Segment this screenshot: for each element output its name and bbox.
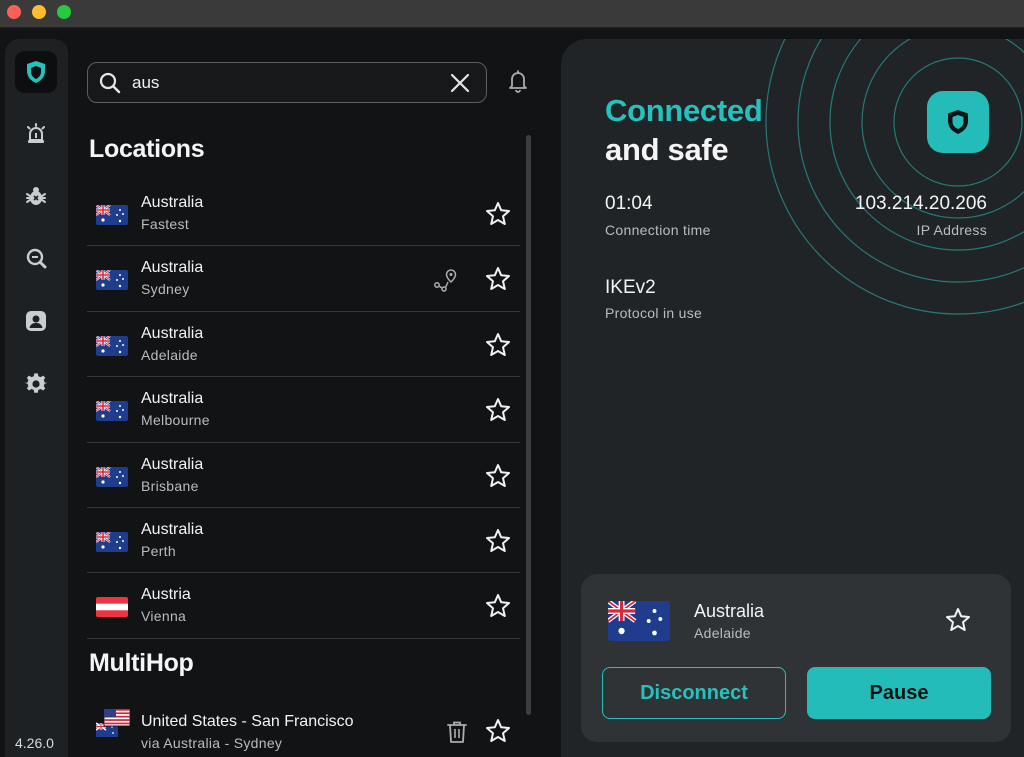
shield-icon (27, 61, 45, 83)
siren-icon (27, 123, 45, 143)
ip-address-value: 103.214.20.206 (854, 193, 987, 214)
australia-flag-icon (608, 601, 670, 641)
close-window-button[interactable] (7, 5, 21, 19)
favorite-star-icon[interactable] (485, 201, 511, 227)
sidebar-alerts-button[interactable] (15, 113, 57, 155)
location-country: Australia (141, 455, 204, 473)
multihop-flags-icon (96, 709, 130, 737)
search-icon (99, 72, 121, 94)
protocol-value: IKEv2 (605, 277, 656, 298)
disconnect-button[interactable]: Disconnect (602, 667, 786, 719)
sidebar-settings-button[interactable] (15, 363, 57, 405)
ip-address-label: IP Address (916, 222, 987, 238)
multihop-via: via Australia - Sydney (141, 735, 283, 751)
bug-icon (26, 187, 46, 205)
list-scrollbar[interactable] (526, 135, 531, 715)
gear-icon (24, 373, 48, 393)
favorite-star-icon[interactable] (485, 593, 511, 619)
location-city: Brisbane (141, 477, 199, 494)
favorite-star-icon[interactable] (485, 718, 511, 744)
protected-shield-badge (927, 91, 989, 153)
location-row[interactable]: Australia Melbourne (87, 377, 520, 443)
sidebar-account-button[interactable] (15, 300, 57, 342)
austria-flag-icon (96, 597, 128, 618)
australia-flag-icon (96, 531, 128, 552)
protocol-label: Protocol in use (605, 305, 703, 321)
favorite-star-icon[interactable] (945, 607, 971, 633)
favorite-star-icon[interactable] (485, 266, 511, 292)
australia-flag-icon (96, 205, 128, 225)
location-row[interactable]: Australia Adelaide (87, 312, 520, 378)
sidebar-threat-button[interactable] (15, 175, 57, 217)
connection-time-value: 01:04 (605, 193, 653, 214)
location-row[interactable]: Australia Perth (87, 508, 520, 574)
multihop-route-icon[interactable] (433, 268, 457, 293)
connection-time-label: Connection time (605, 222, 711, 238)
location-city: Perth (141, 542, 176, 559)
clear-search-icon[interactable] (450, 73, 470, 93)
sidebar-vpn-button[interactable] (15, 51, 57, 93)
location-city: Vienna (141, 608, 187, 625)
bell-icon[interactable] (507, 69, 529, 93)
australia-flag-icon (96, 270, 128, 291)
connection-status-panel: Connected and safe 01:04 Connection time… (561, 39, 1024, 757)
location-country: Australia (141, 259, 204, 277)
app-window: 4.26.0 Locations Australi (0, 29, 1024, 757)
location-row[interactable]: Australia Fastest (87, 181, 520, 247)
trash-icon[interactable] (446, 720, 468, 744)
magnifier-icon (26, 248, 47, 269)
location-country: Australia (141, 520, 204, 538)
location-city: Sydney (141, 281, 190, 298)
shield-icon (948, 110, 968, 134)
multihop-heading: MultiHop (89, 649, 194, 677)
locations-panel: Locations Australia Fastest Australia Sy… (72, 39, 552, 757)
multihop-destination: United States - San Francisco (141, 713, 354, 730)
multihop-row[interactable]: United States - San Francisco via Austra… (87, 699, 520, 757)
current-location-card: Australia Adelaide Disconnect Pause (581, 574, 1011, 742)
favorite-star-icon[interactable] (485, 332, 511, 358)
locations-heading: Locations (89, 135, 205, 163)
search-box (87, 62, 487, 103)
favorite-star-icon[interactable] (485, 528, 511, 554)
search-input[interactable] (132, 71, 432, 95)
location-city: Adelaide (141, 346, 198, 363)
pause-button[interactable]: Pause (807, 667, 991, 719)
location-country: Australia (141, 194, 204, 211)
australia-flag-icon (96, 335, 128, 356)
sidebar-search-button[interactable] (15, 237, 57, 279)
location-row[interactable]: Australia Sydney (87, 246, 520, 312)
location-row[interactable]: Australia Brisbane (87, 443, 520, 508)
location-city: Fastest (141, 216, 190, 232)
window-titlebar (0, 0, 1024, 28)
location-country: Austria (141, 586, 191, 604)
location-country: Australia (141, 390, 204, 408)
australia-flag-icon (96, 466, 128, 487)
account-icon (26, 311, 46, 331)
location-row[interactable]: Austria Vienna (87, 573, 520, 639)
current-country: Australia (694, 601, 765, 621)
app-version: 4.26.0 (15, 735, 54, 751)
location-city: Melbourne (141, 412, 210, 429)
current-city: Adelaide (694, 625, 751, 641)
status-subheadline: and safe (605, 132, 729, 167)
status-headline: Connected (605, 93, 763, 128)
favorite-star-icon[interactable] (485, 397, 511, 423)
minimize-window-button[interactable] (32, 5, 46, 19)
favorite-star-icon[interactable] (485, 463, 511, 489)
sidebar: 4.26.0 (5, 39, 68, 757)
locations-list: Australia Fastest Australia Sydney Austr… (87, 181, 520, 639)
zoom-window-button[interactable] (57, 5, 71, 19)
australia-flag-icon (96, 401, 128, 422)
location-country: Australia (141, 324, 204, 342)
